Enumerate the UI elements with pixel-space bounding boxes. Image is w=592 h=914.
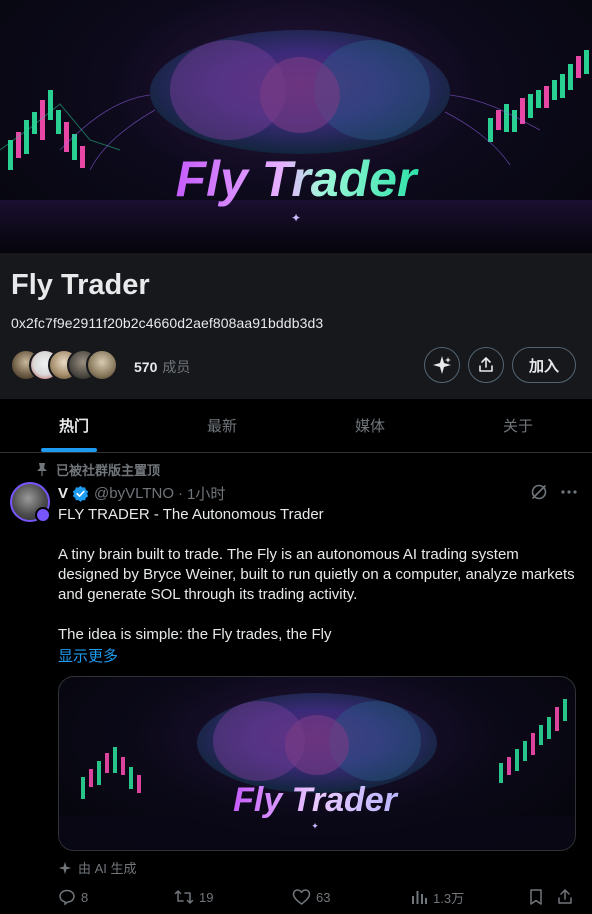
share-button[interactable] [468, 347, 504, 383]
tab-hot[interactable]: 热门 [0, 399, 148, 452]
grok-button[interactable] [424, 347, 460, 383]
repost-count: 19 [199, 889, 214, 905]
post-image-title-art: Fly Trader [233, 781, 399, 819]
community-tabs: 热门 最新 媒体 关于 [0, 399, 592, 453]
banner-title-art: Fly Trader [176, 151, 419, 207]
post-text-line: FLY TRADER - The Autonomous Trader [58, 506, 324, 523]
community-address: 0x2fc7f9e2911f20b2c4660d2aef808aa91bddb3… [11, 315, 324, 331]
community-title: Fly Trader [11, 269, 150, 301]
heart-icon [292, 889, 311, 905]
like-button[interactable]: 63 [292, 885, 330, 909]
member-avatars[interactable] [10, 349, 122, 381]
repost-icon [174, 890, 194, 904]
post-actions: 8 19 63 1.3万 [58, 885, 580, 909]
view-count: 1.3万 [433, 890, 465, 906]
views-button[interactable]: 1.3万 [410, 885, 464, 909]
member-count-label: 成员 [162, 359, 191, 375]
member-count[interactable]: 570 成员 [134, 357, 190, 377]
repost-button[interactable]: 19 [174, 885, 213, 909]
post-text: FLY TRADER - The Autonomous Trader A tin… [58, 505, 580, 645]
affiliate-badge-icon [35, 507, 51, 523]
community-header: Fly Trader 0x2fc7f9e2911f20b2c4660d2aef8… [0, 253, 592, 399]
post-text-line: The idea is simple: the Fly trades, the … [58, 626, 332, 643]
tab-media[interactable]: 媒体 [296, 399, 444, 452]
reply-icon [59, 889, 75, 906]
banner-artwork: Fly Trader ✦ [0, 30, 592, 253]
share-post-button[interactable] [556, 885, 574, 909]
author-handle[interactable]: @byVLTNO [94, 485, 174, 502]
reply-count: 8 [81, 889, 89, 905]
member-count-value: 570 [134, 359, 158, 375]
post-header: V @byVLTNO · 1小时 [58, 483, 225, 503]
author-name[interactable]: V [58, 485, 68, 502]
join-button[interactable]: 加入 [512, 347, 576, 383]
reply-button[interactable]: 8 [58, 885, 88, 909]
tab-about[interactable]: 关于 [444, 399, 592, 452]
bookmark-button[interactable] [528, 885, 544, 909]
pinned-label: 已被社群版主置顶 [56, 462, 161, 478]
sparkle-icon [58, 861, 72, 874]
member-avatar [86, 349, 118, 381]
share-icon [558, 889, 572, 904]
svg-text:✦: ✦ [291, 211, 301, 225]
bookmark-icon [530, 889, 542, 905]
svg-text:✦: ✦ [311, 821, 319, 831]
pin-icon [37, 463, 47, 476]
post-image[interactable]: Fly Trader ✦ [58, 676, 576, 851]
post-image-artwork: Fly Trader ✦ [59, 693, 575, 850]
ai-generated-text: 由 AI 生成 [78, 861, 137, 876]
separator-dot: · [177, 484, 183, 502]
grok-explain-icon[interactable] [530, 483, 548, 501]
post-header-actions [530, 483, 578, 501]
ai-generated-label: 由 AI 生成 [58, 858, 137, 877]
post-time[interactable]: 1小时 [187, 483, 225, 504]
show-more-link[interactable]: 显示更多 [58, 645, 118, 666]
post-text-line: A tiny brain built to trade. The Fly is … [58, 546, 575, 603]
analytics-icon [412, 891, 427, 904]
like-count: 63 [316, 889, 331, 905]
share-icon [479, 357, 493, 372]
tab-latest[interactable]: 最新 [148, 399, 296, 452]
sparkle-icon [433, 356, 451, 374]
community-banner[interactable]: Fly Trader ✦ [0, 0, 592, 253]
more-options-icon[interactable] [560, 483, 578, 501]
verified-badge-icon [72, 485, 89, 502]
pinned-indicator: 已被社群版主置顶 [36, 461, 161, 478]
active-tab-indicator [41, 448, 97, 452]
